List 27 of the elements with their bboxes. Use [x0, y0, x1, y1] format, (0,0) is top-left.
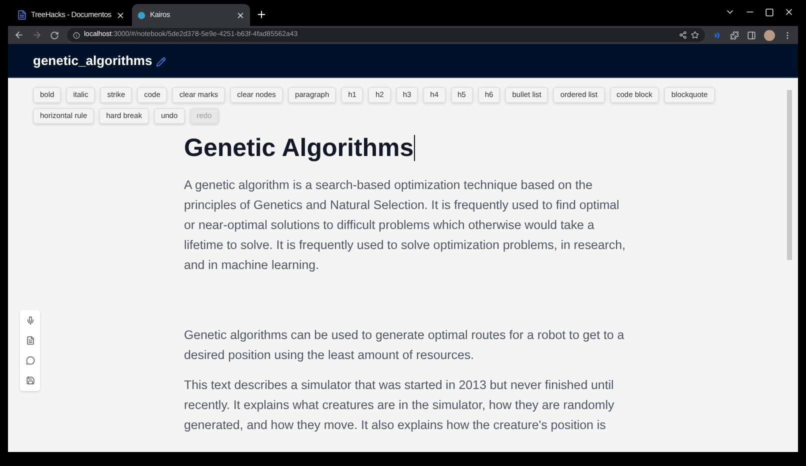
- save-icon[interactable]: [26, 376, 34, 385]
- back-icon[interactable]: [14, 30, 24, 40]
- avatar-icon[interactable]: [764, 30, 775, 40]
- app-icon: [137, 10, 146, 20]
- share-icon[interactable]: [679, 31, 687, 39]
- close-window-icon[interactable]: [784, 7, 794, 17]
- puzzle-icon[interactable]: [730, 30, 739, 40]
- edit-icon[interactable]: [156, 56, 166, 66]
- paragraph[interactable]: This text describes a simulator that was started in 2013 but never finished until recently. It explains what creatures are in the simulator, how they are randomly generated, and how they move. It also explains how the creature's position is: [184, 375, 628, 435]
- chat-icon[interactable]: [26, 356, 34, 365]
- document-icon: [17, 10, 27, 20]
- paragraph[interactable]: Genetic algorithms can be used to generate optimal routes for a robot to get to a desired position using the least amount of resources.: [184, 325, 628, 365]
- microphone-icon[interactable]: [26, 316, 34, 325]
- document-heading[interactable]: Genetic Algorithms: [184, 133, 414, 163]
- star-icon[interactable]: [691, 31, 699, 39]
- side-panel-icon[interactable]: [747, 30, 756, 40]
- close-icon[interactable]: [236, 10, 245, 20]
- info-icon: [73, 32, 80, 38]
- paragraph[interactable]: A genetic algorithm is a search-based optimization technique based on the principles of Genetics and Natural Selection. It is frequently used to find optimal or near-optimal solutions to difficult problems which otherwise would take a lifetime to solve. It is frequently used to solve optimization problems, in research, and in machine learning.: [184, 175, 628, 275]
- new-tab-icon[interactable]: [256, 9, 267, 20]
- forward-icon[interactable]: [32, 30, 42, 40]
- maximize-icon[interactable]: [765, 8, 774, 16]
- notebook-title: genetic_algorithms: [33, 52, 152, 70]
- document-icon[interactable]: [26, 336, 34, 345]
- reload-icon[interactable]: [50, 30, 59, 40]
- extension-icon[interactable]: [713, 30, 722, 40]
- close-icon[interactable]: [116, 10, 125, 20]
